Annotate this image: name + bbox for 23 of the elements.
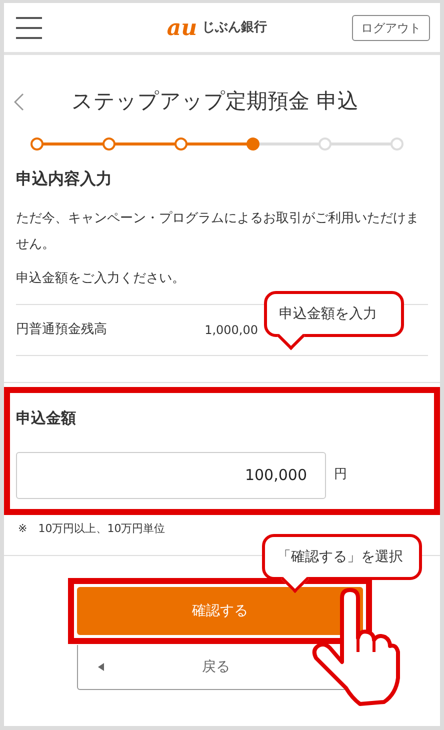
step-connector [331,142,391,146]
notice-text: ただ今、キャンペーン・プログラムによるお取引がご利用いただけません。 [16,210,420,254]
section-title: 申込内容入力 [16,169,113,188]
step-connector [259,142,319,146]
instruction-text: 申込金額をご入力ください。 [16,270,186,288]
menu-icon[interactable] [16,16,42,38]
step-connector [43,142,103,146]
note-text: ※ 10万円以上、10万円単位 [17,520,166,537]
step-connector [115,142,175,146]
balance-value: 1,000,00 [204,322,258,340]
amount-label: 申込金額 [16,408,77,430]
left-triangle-icon [98,663,104,672]
logo-mark: au [166,16,198,38]
page-title: ステップアップ定期預金 申込 [70,89,360,115]
callout-text: 「確認する」を選択 [277,548,403,567]
logout-button[interactable]: ログアウト [352,14,430,40]
unit-label: 円 [334,466,347,484]
back-chevron-icon[interactable] [14,93,24,111]
step-connector [187,142,247,146]
logo-text: じぶん銀行 [202,18,268,37]
balance-label: 円普通預金残高 [16,320,107,340]
callout-text: 申込金額を入力 [279,304,377,324]
amount-input[interactable]: 100,000 [16,452,326,499]
